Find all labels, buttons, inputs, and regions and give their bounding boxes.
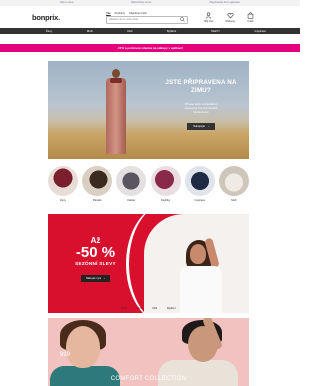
- comfort-collection-banner[interactable]: 999 COMFORT COLLECTION: [48, 318, 249, 386]
- sale-model-image: [176, 237, 226, 313]
- search-input[interactable]: Hledané slovo nebo číslo: [106, 15, 188, 24]
- search-placeholder: Hledané slovo nebo číslo: [109, 18, 138, 21]
- category-circle-coats[interactable]: Kabáty: [116, 166, 147, 202]
- hero-title: JSTE PŘIPRAVENA NA ZIMU?: [165, 79, 237, 94]
- hero-subtitle: Přinese teplo a inspirativní barevnost z…: [184, 102, 218, 114]
- sale-percent: -50 %: [75, 244, 116, 261]
- category-image: [218, 166, 249, 196]
- comfort-title: COMFORT COLLECTION: [110, 376, 187, 382]
- hero-model-image: [103, 69, 129, 159]
- sale-shop-button[interactable]: Nakupte nyní ›: [80, 275, 111, 282]
- category-image: [184, 166, 215, 196]
- category-circles: Ženy Pánské Kabáty Doplňky Inspirace Muž…: [48, 166, 249, 202]
- chevron-right-icon: ›: [104, 277, 106, 280]
- promo-text: -15% a poštovné zdarma na nákupy v aplik…: [116, 46, 184, 50]
- sale-link-kids[interactable]: Děti: [152, 307, 157, 310]
- nav-item-kids[interactable]: Děti: [127, 29, 132, 33]
- chevron-right-icon: ›: [207, 125, 209, 129]
- category-label: Inspirace: [194, 199, 206, 202]
- category-circle-women[interactable]: Ženy: [48, 166, 78, 202]
- user-icon: [206, 12, 212, 18]
- category-image: [82, 166, 113, 196]
- heart-icon: [227, 12, 234, 18]
- category-circle-inspiration[interactable]: Inspirace: [184, 166, 215, 202]
- category-label: Pánské: [92, 199, 102, 202]
- category-image: [116, 166, 147, 196]
- category-label: Doplňky: [160, 199, 171, 202]
- search-tab-all[interactable]: Vše: [106, 12, 111, 15]
- site-header: bonprix. Vše Produkty Objednací číslo Hl…: [0, 6, 300, 28]
- search-tab-order-number[interactable]: Objednací číslo: [129, 12, 147, 15]
- hero-shop-button[interactable]: Nakupujte ›: [187, 123, 215, 131]
- sale-link-men[interactable]: Muži: [137, 307, 142, 310]
- account-button[interactable]: Můj účet: [204, 12, 213, 23]
- sale-category-links: Ženy Muži Děti Bydlení: [48, 307, 249, 310]
- nav-item-home[interactable]: Bydlení: [167, 29, 176, 33]
- nav-item-inspiration[interactable]: Inspirace: [255, 29, 266, 33]
- category-nav: Ženy Muži Děti Bydlení SLEVY Inspirace: [0, 28, 300, 34]
- wishlist-label: Oblíbené: [225, 19, 235, 23]
- search-tab-products[interactable]: Produkty: [115, 12, 125, 15]
- category-label: Kabáty: [127, 199, 136, 202]
- category-label: Ženy: [60, 199, 66, 202]
- category-image: [150, 166, 181, 196]
- sale-banner[interactable]: Až -50 % SEZÓNNÍ SLEVY Nakupte nyní ›: [48, 214, 249, 313]
- bag-icon: [247, 11, 254, 19]
- comfort-price: 999: [60, 352, 71, 358]
- search-area: Vše Produkty Objednací číslo Hledané slo…: [106, 12, 192, 24]
- category-label: Muži: [231, 199, 237, 202]
- category-circle-men[interactable]: Muži: [218, 166, 249, 202]
- cart-button[interactable]: Košík: [247, 11, 254, 23]
- category-image: [48, 166, 78, 196]
- account-label: Můj účet: [204, 19, 214, 23]
- wishlist-button[interactable]: Oblíbené: [225, 12, 235, 23]
- nav-item-men[interactable]: Muži: [87, 29, 93, 33]
- sale-text-block: Až -50 % SEZÓNNÍ SLEVY Nakupte nyní ›: [48, 236, 143, 284]
- nav-item-sale[interactable]: SLEVY: [211, 29, 220, 33]
- hero-banner[interactable]: JSTE PŘIPRAVENA NA ZIMU? Přinese teplo a…: [48, 61, 249, 159]
- bonprix-logo[interactable]: bonprix.: [32, 13, 106, 22]
- search-icon[interactable]: [180, 17, 185, 22]
- category-circle-accessories[interactable]: Doplňky: [150, 166, 181, 202]
- nav-item-women[interactable]: Ženy: [46, 29, 52, 33]
- search-scope-tabs: Vše Produkty Objednací číslo: [106, 12, 192, 15]
- hero-text-block: JSTE PŘIPRAVENA NA ZIMU? Přinese teplo a…: [161, 79, 241, 132]
- header-actions: Můj účet Oblíbené Košík: [204, 11, 254, 23]
- category-circle-mens[interactable]: Pánské: [82, 166, 113, 202]
- sale-link-home[interactable]: Bydlení: [167, 307, 176, 310]
- sale-label: SEZÓNNÍ SLEVY: [75, 261, 116, 266]
- cart-label: Košík: [247, 19, 254, 23]
- sale-link-women[interactable]: Ženy: [121, 307, 127, 310]
- promo-banner[interactable]: -15% a poštovné zdarma na nákupy v aplik…: [0, 44, 300, 52]
